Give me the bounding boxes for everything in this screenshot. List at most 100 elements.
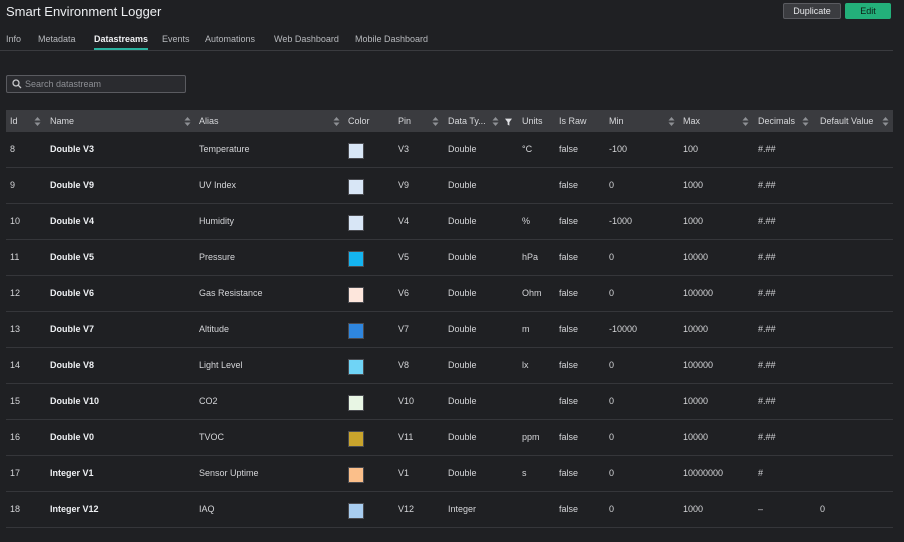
color-swatch [348, 467, 364, 483]
cell-raw: false [559, 180, 579, 190]
table-row[interactable]: 8 Double V3 Temperature V3 Double °C false -100… [6, 132, 893, 168]
sort-icon[interactable] [333, 116, 340, 127]
search-icon [12, 79, 22, 89]
cell-decimals: #.## [758, 180, 776, 190]
duplicate-button[interactable]: Duplicate [783, 3, 841, 19]
datastreams-table: Id Name Alias Color Pin Data Ty... Units Is Raw… [6, 110, 893, 528]
color-swatch [348, 215, 364, 231]
cell-alias: Light Level [199, 360, 243, 370]
tab-metadata[interactable]: Metadata [38, 34, 76, 44]
cell-type: Double [448, 468, 477, 478]
cell-min: -100 [609, 144, 628, 154]
cell-max: 1000 [683, 504, 704, 514]
cell-raw: false [559, 324, 579, 334]
column-header-color[interactable]: Color [348, 110, 396, 132]
cell-max: 100000 [683, 288, 714, 298]
tab-events[interactable]: Events [162, 34, 190, 44]
search-box[interactable] [6, 75, 186, 93]
page-title: Smart Environment Logger [6, 4, 162, 19]
cell-id: 17 [10, 468, 21, 478]
cell-pin: V11 [398, 432, 414, 442]
cell-decimals: #.## [758, 432, 776, 442]
sort-icon[interactable] [882, 116, 889, 127]
cell-type: Integer [448, 504, 477, 514]
cell-max: 10000 [683, 396, 709, 406]
table-row[interactable]: 14 Double V8 Light Level V8 Double lx false 0 10… [6, 348, 893, 384]
column-header-raw[interactable]: Is Raw [559, 110, 607, 132]
cell-type: Double [448, 324, 477, 334]
cell-id: 9 [10, 180, 16, 190]
tab-info[interactable]: Info [6, 34, 21, 44]
cell-name: Double V7 [50, 324, 95, 334]
cell-type: Double [448, 252, 477, 262]
tab-automations[interactable]: Automations [205, 34, 255, 44]
tab-web-dashboard[interactable]: Web Dashboard [274, 34, 339, 44]
cell-decimals: #.## [758, 288, 776, 298]
color-swatch [348, 503, 364, 519]
sort-icon[interactable] [34, 116, 41, 127]
table-row[interactable]: 9 Double V9 UV Index V9 Double false 0 1000 #.## [6, 168, 893, 204]
sort-icon[interactable] [492, 116, 499, 127]
cell-min: 0 [609, 288, 615, 298]
table-header: Id Name Alias Color Pin Data Ty... Units Is Raw… [6, 110, 893, 132]
cell-max: 10000 [683, 324, 709, 334]
cell-pin: V12 [398, 504, 415, 514]
cell-min: -1000 [609, 216, 633, 226]
sort-icon[interactable] [184, 116, 191, 127]
cell-id: 16 [10, 432, 21, 442]
filter-icon[interactable] [505, 117, 512, 128]
cell-raw: false [559, 144, 579, 154]
cell-units: % [522, 216, 531, 226]
cell-id: 8 [10, 144, 16, 154]
column-header-decimals[interactable]: Decimals [758, 110, 818, 132]
search-input[interactable] [25, 79, 175, 89]
cell-decimals: #.## [758, 324, 776, 334]
tab-datastreams[interactable]: Datastreams [94, 34, 149, 50]
color-swatch [348, 323, 364, 339]
table-row[interactable]: 15 Double V10 CO2 V10 Double false 0 10000 #.## [6, 384, 893, 420]
cell-type: Double [448, 216, 477, 226]
cell-pin: V8 [398, 360, 410, 370]
sort-icon[interactable] [668, 116, 675, 127]
table-row[interactable]: 11 Double V5 Pressure V5 Double hPa false 0 1000… [6, 240, 893, 276]
cell-name: Double V8 [50, 360, 95, 370]
cell-pin: V9 [398, 180, 410, 190]
column-header-alias[interactable]: Alias [199, 110, 345, 132]
table-row[interactable]: 16 Double V0 TVOC V11 Double ppm false 0 10000 #.… [6, 420, 893, 456]
color-swatch [348, 287, 364, 303]
cell-decimals: #.## [758, 252, 776, 262]
cell-pin: V4 [398, 216, 410, 226]
color-swatch [348, 395, 364, 411]
column-header-name[interactable]: Name [50, 110, 196, 132]
table-row[interactable]: 17 Integer V1 Sensor Uptime V1 Double s false 0… [6, 456, 893, 492]
cell-raw: false [559, 432, 579, 442]
cell-raw: false [559, 360, 579, 370]
table-row[interactable]: 13 Double V7 Altitude V7 Double m false -10000 1… [6, 312, 893, 348]
cell-max: 10000000 [683, 468, 724, 478]
edit-button[interactable]: Edit [845, 3, 891, 19]
cell-decimals: #.## [758, 396, 776, 406]
cell-name: Double V6 [50, 288, 95, 298]
cell-name: Double V5 [50, 252, 95, 262]
cell-min: -10000 [609, 324, 638, 334]
table-row[interactable]: 10 Double V4 Humidity V4 Double% false -1000 10… [6, 204, 893, 240]
cell-name: Double V3 [50, 144, 95, 154]
cell-raw: false [559, 252, 579, 262]
tab-mobile-dashboard[interactable]: Mobile Dashboard [355, 34, 428, 44]
cell-decimals: #.## [758, 216, 776, 226]
table-row[interactable]: 12 Double V6 Gas Resistance V6 Double Ohm fals… [6, 276, 893, 312]
color-swatch [348, 143, 364, 159]
cell-type: Double [448, 432, 477, 442]
table-row[interactable]: 18 Integer V12 IAQ V12 Integer false 0 1000 – 0 [6, 492, 893, 528]
sort-icon[interactable] [432, 116, 439, 127]
cell-type: Double [448, 180, 477, 190]
cell-alias: CO2 [199, 396, 218, 406]
cell-pin: V1 [398, 468, 410, 478]
column-header-units[interactable]: Units [522, 110, 560, 132]
cell-alias: Pressure [199, 252, 236, 262]
cell-alias: TVOC [199, 432, 225, 442]
sort-icon[interactable] [742, 116, 749, 127]
column-header-id[interactable]: Id [10, 110, 48, 132]
sort-icon[interactable] [802, 116, 809, 127]
cell-units: hPa [522, 252, 539, 262]
